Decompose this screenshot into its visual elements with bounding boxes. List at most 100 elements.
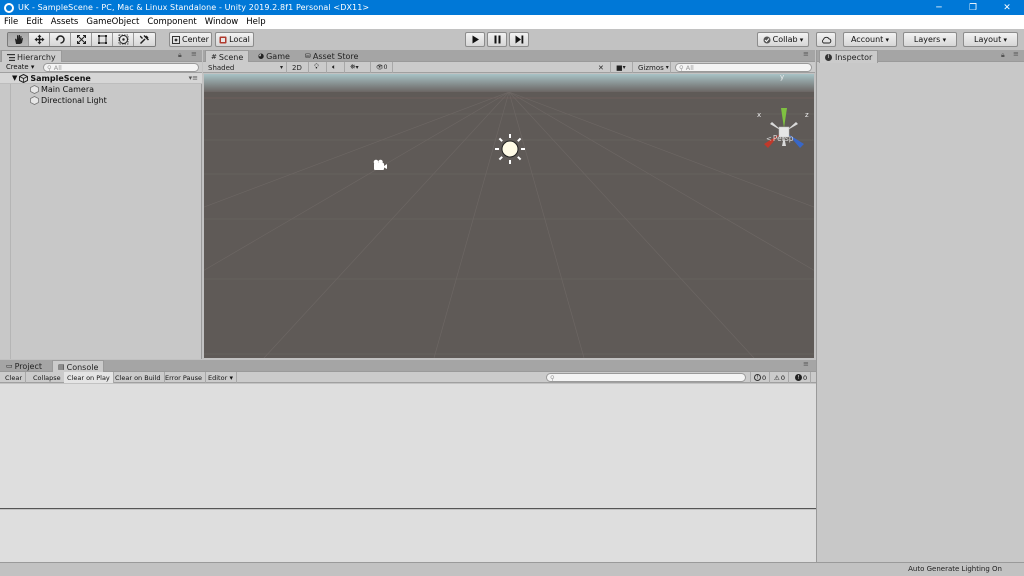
menu-assets[interactable]: Assets bbox=[47, 17, 83, 27]
gizmos-dropdown[interactable]: Gizmos ▾ bbox=[635, 62, 671, 73]
error-pause-toggle[interactable]: Error Pause bbox=[162, 372, 207, 383]
hand-tool-button[interactable] bbox=[8, 33, 29, 46]
menu-help[interactable]: Help bbox=[242, 17, 269, 27]
hidden-count: 0 bbox=[383, 64, 388, 71]
hierarchy-search-input[interactable]: ⚲ All bbox=[43, 63, 199, 72]
panel-menu-icon[interactable]: ≡ bbox=[191, 50, 197, 58]
tools-settings-button[interactable]: ✕ bbox=[595, 62, 611, 73]
tab-inspector[interactable]: i Inspector bbox=[819, 50, 879, 63]
hierarchy-item-label: Directional Light bbox=[41, 96, 107, 105]
scene-viewport[interactable]: y x z < Persp bbox=[204, 74, 814, 358]
rect-tool-button[interactable] bbox=[92, 33, 113, 46]
pause-icon bbox=[494, 35, 500, 44]
hierarchy-item[interactable]: Main Camera bbox=[30, 84, 94, 95]
panel-menu-icon[interactable]: ≡ bbox=[1013, 50, 1019, 58]
info-filter-toggle[interactable]: ! 0 bbox=[750, 372, 771, 383]
scene-root-row[interactable]: ▼ SampleScene ▾≡ bbox=[0, 73, 202, 84]
audio-toggle[interactable]: 🔈︎ bbox=[329, 62, 345, 73]
effects-dropdown[interactable]: ⛯ ▾ bbox=[347, 62, 371, 73]
menu-gameobject[interactable]: GameObject bbox=[82, 17, 143, 27]
info-icon: i bbox=[825, 53, 832, 61]
cloud-services-button[interactable] bbox=[816, 32, 836, 47]
warning-filter-toggle[interactable]: ⚠︎ 0 bbox=[771, 372, 789, 383]
rect-transform-icon bbox=[97, 35, 107, 44]
inspector-panel: i Inspector 🔒︎ ≡ bbox=[816, 50, 1024, 562]
clear-button[interactable]: Clear bbox=[2, 372, 26, 383]
sky-horizon bbox=[204, 74, 814, 92]
scale-icon bbox=[76, 35, 86, 44]
hierarchy-tab-label: Hierarchy bbox=[17, 52, 56, 62]
menu-component[interactable]: Component bbox=[143, 17, 200, 27]
hierarchy-toolbar: Create ⚲ All bbox=[0, 62, 202, 73]
gizmo-x-label: x bbox=[757, 111, 762, 119]
account-dropdown[interactable]: Account bbox=[843, 32, 897, 47]
tab-game[interactable]: ◕ Game bbox=[253, 50, 295, 62]
window-controls: ─ ❐ ✕ bbox=[922, 0, 1024, 15]
camera-settings-dropdown[interactable]: ■ ▾ bbox=[613, 62, 633, 73]
hierarchy-scroll-gutter bbox=[10, 84, 11, 359]
local-space-icon bbox=[219, 36, 227, 43]
layers-label: Layers bbox=[914, 35, 946, 44]
play-button[interactable] bbox=[465, 32, 485, 47]
rotate-tool-button[interactable] bbox=[50, 33, 71, 46]
console-header: ▭ Project ▤ Console ≡ bbox=[0, 360, 816, 373]
step-button[interactable] bbox=[509, 32, 529, 47]
pivot-center-button[interactable]: Center bbox=[169, 32, 212, 47]
lock-icon[interactable]: 🔒︎ bbox=[178, 51, 182, 60]
eye-slash-icon: 👁︎ bbox=[376, 64, 384, 71]
console-search-input[interactable]: ⚲ bbox=[546, 373, 746, 382]
folder-icon: ▭ bbox=[6, 362, 13, 370]
hidden-objects-toggle[interactable]: 👁︎ 0 bbox=[373, 62, 393, 73]
search-icon: ⚲ bbox=[47, 63, 52, 72]
scene-header: # Scene ◕ Game ⛁ Asset Store ≡ bbox=[203, 50, 815, 63]
collab-dropdown[interactable]: Collab bbox=[757, 32, 809, 47]
warning-icon: ⚠︎ bbox=[774, 373, 780, 382]
panel-menu-icon[interactable]: ≡ bbox=[803, 50, 809, 58]
warning-count: 0 bbox=[780, 373, 785, 382]
error-filter-toggle[interactable]: ! 0 bbox=[792, 372, 812, 383]
lock-icon[interactable]: 🔒︎ bbox=[1001, 51, 1005, 60]
scale-tool-button[interactable] bbox=[71, 33, 92, 46]
move-tool-button[interactable] bbox=[29, 33, 50, 46]
hierarchy-search-placeholder: All bbox=[53, 63, 62, 72]
clear-on-play-toggle[interactable]: Clear on Play bbox=[64, 372, 114, 383]
minimize-button[interactable]: ─ bbox=[922, 0, 956, 15]
project-tab-label: Project bbox=[14, 361, 42, 371]
tab-asset-store[interactable]: ⛁ Asset Store bbox=[300, 50, 363, 62]
menu-file[interactable]: File bbox=[0, 17, 22, 27]
projection-toggle[interactable]: < Persp bbox=[766, 134, 794, 143]
inspector-header: i Inspector 🔒︎ ≡ bbox=[817, 50, 1024, 63]
menu-edit[interactable]: Edit bbox=[22, 17, 46, 27]
layout-dropdown[interactable]: Layout bbox=[963, 32, 1018, 47]
console-log-list[interactable] bbox=[0, 384, 816, 509]
editor-dropdown[interactable]: Editor bbox=[205, 372, 237, 383]
scene-menu-icon[interactable]: ▾≡ bbox=[189, 74, 198, 82]
pause-button[interactable] bbox=[487, 32, 507, 47]
2d-toggle[interactable]: 2D bbox=[289, 62, 309, 73]
hierarchy-item[interactable]: Directional Light bbox=[30, 95, 107, 106]
expand-arrow-icon[interactable]: ▼ bbox=[12, 74, 17, 82]
lighting-toggle[interactable]: 💡︎ bbox=[311, 62, 327, 73]
game-pacman-icon: ◕ bbox=[258, 52, 265, 60]
tab-project[interactable]: ▭ Project bbox=[1, 360, 47, 372]
menu-window[interactable]: Window bbox=[201, 17, 243, 27]
pivot-rotation-button[interactable]: Local bbox=[215, 32, 254, 47]
create-dropdown[interactable]: Create bbox=[6, 63, 34, 71]
account-label: Account bbox=[851, 35, 889, 44]
clear-on-build-toggle[interactable]: Clear on Build bbox=[112, 372, 165, 383]
console-detail-area[interactable] bbox=[0, 510, 816, 562]
collapse-toggle[interactable]: Collapse bbox=[30, 372, 65, 383]
custom-tool-button[interactable] bbox=[134, 33, 155, 46]
transform-tools bbox=[7, 32, 156, 47]
panel-menu-icon[interactable]: ≡ bbox=[803, 360, 809, 368]
maximize-button[interactable]: ❐ bbox=[956, 0, 990, 15]
layers-dropdown[interactable]: Layers bbox=[903, 32, 957, 47]
title-bar: UK - SampleScene - PC, Mac & Linux Stand… bbox=[0, 0, 1024, 15]
shading-mode-dropdown[interactable]: Shaded ▾ bbox=[205, 62, 287, 73]
console-panel: ▭ Project ▤ Console ≡ Clear Collapse Cle… bbox=[0, 360, 816, 562]
hand-icon bbox=[14, 35, 23, 44]
menu-bar: File Edit Assets GameObject Component Wi… bbox=[0, 15, 1024, 29]
scene-search-input[interactable]: ⚲ All bbox=[675, 63, 812, 72]
close-button[interactable]: ✕ bbox=[990, 0, 1024, 15]
transform-tool-button[interactable] bbox=[113, 33, 134, 46]
